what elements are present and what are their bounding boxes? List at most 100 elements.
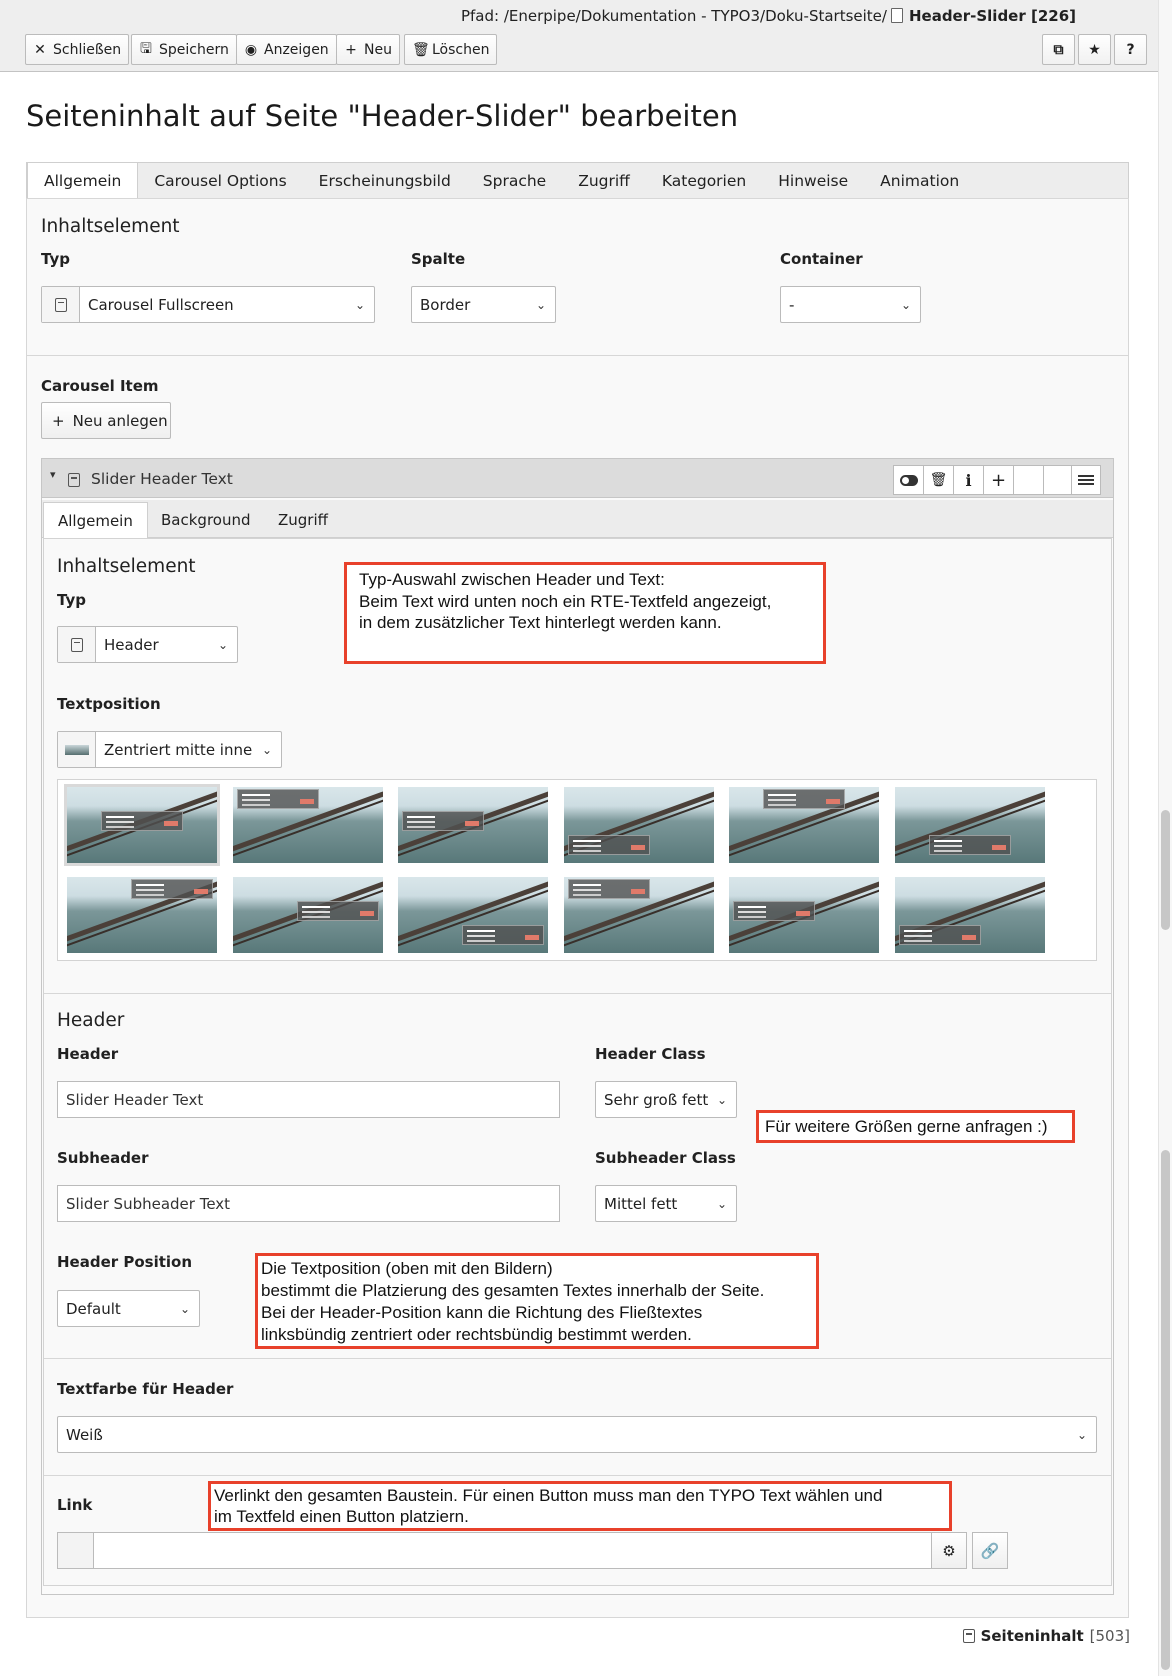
annotation-line: Typ-Auswahl zwischen Header und Text:	[359, 570, 665, 589]
new-button[interactable]: + Neu	[336, 34, 400, 65]
annotation-typ: Typ-Auswahl zwischen Header und Text: Be…	[344, 562, 826, 664]
textposition-option[interactable]	[233, 877, 383, 953]
link-clear-button[interactable]: ⚙	[931, 1532, 967, 1569]
textposition-option[interactable]	[729, 877, 879, 953]
link-browser-icon: ⚙	[942, 1541, 956, 1560]
delete-record-button[interactable]: 🗑	[924, 466, 954, 494]
annotation-line: Die Textposition (oben mit den Bildern)	[261, 1259, 553, 1278]
delete-button[interactable]: 🗑 Löschen	[404, 34, 498, 65]
header-class-select[interactable]: Sehr groß fett ⌄	[595, 1081, 737, 1118]
textposition-option[interactable]	[564, 787, 714, 863]
spalte-select[interactable]: Border ⌄	[411, 286, 556, 323]
record-controls: 🗑 i +	[893, 465, 1101, 495]
textposition-option[interactable]	[895, 787, 1045, 863]
star-icon: ★	[1088, 41, 1101, 58]
annotation-sizes: Für weitere Größen gerne anfragen :)	[756, 1110, 1075, 1143]
textposition-option[interactable]	[564, 877, 714, 953]
record-uid: [503]	[1089, 1627, 1130, 1645]
subheader-class-label: Subheader Class	[595, 1149, 736, 1167]
close-button[interactable]: ✕ Schließen	[25, 34, 130, 65]
move-down-button[interactable]	[1044, 466, 1072, 494]
textposition-option[interactable]	[729, 787, 879, 863]
inner-typ-value: Header	[104, 635, 159, 654]
inner-tab-allgemein[interactable]: Allgemein	[43, 502, 148, 539]
tab-kategorien[interactable]: Kategorien	[646, 163, 762, 199]
close-icon: ✕	[34, 41, 46, 58]
textcolor-label: Textfarbe für Header	[57, 1380, 234, 1398]
tab-sprache[interactable]: Sprache	[467, 163, 562, 199]
thumbnail-caption-box	[763, 789, 845, 809]
textcolor-value: Weiß	[66, 1425, 103, 1444]
textposition-option[interactable]	[67, 877, 217, 953]
textcolor-select[interactable]: Weiß ⌄	[57, 1416, 1097, 1453]
chevron-down-icon: ⌄	[716, 1092, 728, 1107]
header-section-title: Header	[57, 1010, 125, 1031]
inline-record-title[interactable]: Slider Header Text	[91, 470, 233, 488]
path-value[interactable]: /Enerpipe/Dokumentation - TYPO3/Doku-Sta…	[504, 7, 887, 25]
record-icon	[68, 472, 80, 491]
link-icon: 🔗	[980, 1541, 1000, 1560]
tab-allgemein[interactable]: Allgemein	[27, 163, 139, 200]
record-title: Header-Slider [226]	[908, 7, 1076, 25]
drag-handle[interactable]	[1072, 466, 1100, 494]
close-button-label: Schließen	[53, 41, 122, 58]
move-up-button[interactable]	[1014, 466, 1044, 494]
open-new-window-icon: ⧉	[1053, 41, 1064, 58]
new-item-button[interactable]: + Neu anlegen	[41, 402, 171, 439]
divider	[44, 993, 1111, 994]
subheader-label: Subheader	[57, 1149, 149, 1167]
annotation-line: in dem zusätzlicher Text hinterlegt werd…	[359, 613, 722, 632]
link-type-icon	[57, 1532, 94, 1569]
tab-carousel-options[interactable]: Carousel Options	[138, 163, 302, 199]
header-input[interactable]: Slider Header Text	[57, 1081, 560, 1118]
container-label: Container	[780, 250, 863, 268]
breadcrumb: Pfad: /Enerpipe/Dokumentation - TYPO3/Do…	[461, 7, 1076, 25]
thumbnail-caption-box	[568, 879, 650, 899]
main-tabs: Allgemein Carousel Options Erscheinungsb…	[26, 162, 1129, 200]
container-select[interactable]: - ⌄	[780, 286, 921, 323]
textposition-option[interactable]	[895, 877, 1045, 953]
textposition-option[interactable]	[398, 787, 548, 863]
tab-animation[interactable]: Animation	[864, 163, 975, 199]
link-browser-button[interactable]: 🔗	[972, 1532, 1008, 1569]
chevron-down-icon: ⌄	[354, 297, 366, 312]
add-after-button[interactable]: +	[984, 466, 1014, 494]
scrollbar-thumb[interactable]	[1161, 1150, 1170, 1670]
tab-hinweise[interactable]: Hinweise	[762, 163, 864, 199]
open-new-window-button[interactable]: ⧉	[1042, 34, 1075, 65]
textposition-value: Zentriert mitte innen	[104, 740, 253, 759]
tab-erscheinungsbild[interactable]: Erscheinungsbild	[303, 163, 467, 199]
divider	[26, 355, 1129, 356]
plus-icon: +	[990, 469, 1007, 491]
scrollbar-thumb[interactable]	[1161, 810, 1170, 930]
link-input[interactable]	[93, 1532, 932, 1569]
annotation-position: Die Textposition (oben mit den Bildern) …	[255, 1253, 819, 1349]
save-button[interactable]: 🖫 Speichern	[131, 34, 237, 65]
collapse-icon[interactable]: ▾	[50, 468, 56, 481]
thumbnail-caption-box	[929, 835, 1011, 855]
toggle-icon	[899, 474, 918, 486]
bookmark-button[interactable]: ★	[1078, 34, 1111, 65]
subheader-class-value: Mittel fett	[604, 1194, 678, 1213]
view-button[interactable]: ◉ Anzeigen	[236, 34, 337, 65]
thumbnail-caption-box	[568, 835, 650, 855]
help-button[interactable]: ?	[1114, 34, 1147, 65]
divider	[44, 1358, 1111, 1359]
subheader-class-select[interactable]: Mittel fett ⌄	[595, 1185, 737, 1222]
textposition-option[interactable]	[233, 787, 383, 863]
info-button[interactable]: i	[954, 466, 984, 494]
inner-typ-select[interactable]: Header ⌄	[57, 626, 238, 663]
typ-value: Carousel Fullscreen	[88, 295, 234, 314]
toggle-visibility-button[interactable]	[894, 466, 924, 494]
inner-tab-background[interactable]: Background	[161, 502, 251, 538]
tab-zugriff[interactable]: Zugriff	[562, 163, 646, 199]
thumbnail-caption-box	[899, 925, 981, 945]
textposition-select[interactable]: Zentriert mitte innen ⌄	[57, 731, 282, 768]
inner-tab-zugriff[interactable]: Zugriff	[278, 502, 328, 538]
textposition-option[interactable]	[64, 784, 220, 866]
header-position-select[interactable]: Default ⌄	[57, 1290, 200, 1327]
typ-select[interactable]: Carousel Fullscreen ⌄	[41, 286, 375, 323]
subheader-input[interactable]: Slider Subheader Text	[57, 1185, 560, 1222]
textposition-option[interactable]	[398, 877, 548, 953]
trash-icon: 🗑	[929, 472, 948, 488]
